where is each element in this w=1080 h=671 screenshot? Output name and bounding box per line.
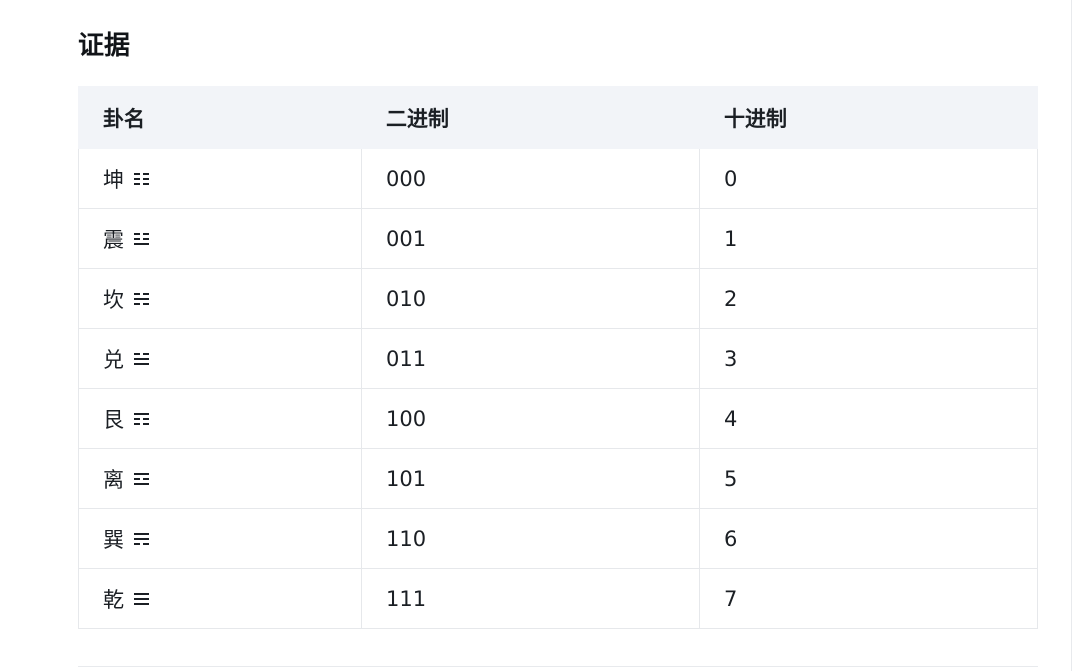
trigram-icon: [134, 292, 149, 305]
trigram-name: 艮: [103, 407, 124, 432]
table-header-row: 卦名 二进制 十进制: [78, 86, 1038, 149]
trigram-icon: [134, 352, 149, 365]
yang-line: [134, 242, 149, 245]
column-header-decimal: 十进制: [699, 86, 1038, 149]
binary-cell: 010: [361, 268, 700, 329]
yin-line: [134, 477, 149, 480]
divider: [1071, 0, 1072, 671]
yang-line: [134, 412, 149, 415]
yang-line: [134, 532, 149, 535]
evidence-table: 卦名 二进制 十进制 坤 000 0 震 001 1 坎 010 2 兑 011…: [78, 86, 1038, 629]
trigram-name: 坤: [103, 167, 124, 192]
yin-line: [134, 422, 149, 425]
binary-cell: 111: [361, 568, 700, 629]
trigram-icon: [134, 592, 149, 605]
binary-cell: 110: [361, 508, 700, 569]
decimal-cell: 4: [699, 388, 1038, 449]
yin-line: [134, 172, 149, 175]
yang-line: [134, 592, 149, 595]
trigram-name-cell: 乾: [78, 568, 362, 629]
trigram-icon: [134, 232, 149, 245]
trigram-name-cell: 坤: [78, 148, 362, 209]
table-row: 巽 110 6: [78, 508, 1038, 569]
decimal-cell: 0: [699, 148, 1038, 209]
column-header-name: 卦名: [78, 86, 362, 149]
trigram-name: 震: [103, 227, 124, 252]
trigram-name-cell: 震: [78, 208, 362, 269]
trigram-name: 坎: [103, 287, 124, 312]
yang-line: [134, 602, 149, 605]
divider: [78, 666, 1038, 667]
binary-cell: 101: [361, 448, 700, 509]
table-row: 兑 011 3: [78, 328, 1038, 389]
table-row: 坤 000 0: [78, 148, 1038, 209]
trigram-name-cell: 坎: [78, 268, 362, 329]
decimal-cell: 7: [699, 568, 1038, 629]
decimal-cell: 2: [699, 268, 1038, 329]
trigram-icon: [134, 172, 149, 185]
trigram-icon: [134, 472, 149, 485]
table-row: 震 001 1: [78, 208, 1038, 269]
trigram-name: 离: [103, 467, 124, 492]
yin-line: [134, 292, 149, 295]
yin-line: [134, 237, 149, 240]
trigram-name-cell: 离: [78, 448, 362, 509]
binary-cell: 000: [361, 148, 700, 209]
yin-line: [134, 182, 149, 185]
decimal-cell: 5: [699, 448, 1038, 509]
table-row: 艮 100 4: [78, 388, 1038, 449]
yang-line: [134, 297, 149, 300]
yang-line: [134, 482, 149, 485]
trigram-name-cell: 巽: [78, 508, 362, 569]
binary-cell: 100: [361, 388, 700, 449]
trigram-name-cell: 兑: [78, 328, 362, 389]
yang-line: [134, 357, 149, 360]
yin-line: [134, 417, 149, 420]
yin-line: [134, 352, 149, 355]
yang-line: [134, 362, 149, 365]
trigram-icon: [134, 412, 149, 425]
table-row: 乾 111 7: [78, 568, 1038, 629]
decimal-cell: 6: [699, 508, 1038, 569]
yang-line: [134, 597, 149, 600]
yin-line: [134, 542, 149, 545]
yin-line: [134, 302, 149, 305]
section-title: 证据: [78, 31, 131, 61]
yin-line: [134, 177, 149, 180]
table-row: 坎 010 2: [78, 268, 1038, 329]
trigram-name-cell: 艮: [78, 388, 362, 449]
page: 证据 卦名 二进制 十进制 坤 000 0 震 001 1 坎 010 2 兑 …: [0, 0, 1080, 671]
yang-line: [134, 537, 149, 540]
table-row: 离 101 5: [78, 448, 1038, 509]
column-header-binary: 二进制: [361, 86, 700, 149]
yang-line: [134, 472, 149, 475]
yin-line: [134, 232, 149, 235]
binary-cell: 001: [361, 208, 700, 269]
trigram-icon: [134, 532, 149, 545]
decimal-cell: 3: [699, 328, 1038, 389]
trigram-name: 乾: [103, 587, 124, 612]
binary-cell: 011: [361, 328, 700, 389]
trigram-name: 巽: [103, 527, 124, 552]
trigram-name: 兑: [103, 347, 124, 372]
decimal-cell: 1: [699, 208, 1038, 269]
